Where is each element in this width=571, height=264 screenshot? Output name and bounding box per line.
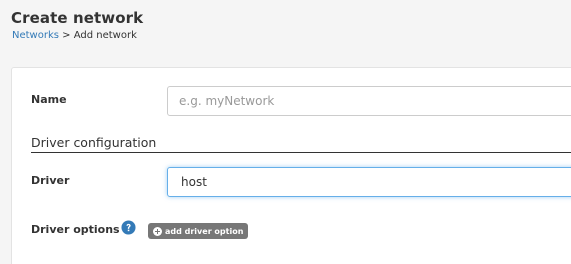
- add-driver-option-button[interactable]: add driver option: [148, 223, 249, 239]
- page-header: Create network Networks > Add network: [0, 0, 571, 54]
- question-circle-icon[interactable]: [121, 220, 136, 235]
- driver-input[interactable]: [167, 167, 571, 197]
- driver-label: Driver: [31, 174, 70, 187]
- driver-configuration-heading: Driver configuration: [31, 135, 157, 150]
- driver-options-label: Driver options: [31, 223, 120, 236]
- page-title: Create network: [11, 9, 144, 27]
- add-driver-option-label: add driver option: [165, 226, 244, 236]
- name-input[interactable]: [167, 86, 571, 116]
- breadcrumb: Networks > Add network: [12, 30, 137, 41]
- name-label: Name: [31, 93, 67, 106]
- breadcrumb-separator: >: [62, 30, 71, 41]
- plus-circle-icon: [153, 226, 162, 236]
- section-divider: [31, 152, 571, 153]
- breadcrumb-link-networks[interactable]: Networks: [12, 30, 59, 41]
- breadcrumb-current: Add network: [73, 30, 137, 41]
